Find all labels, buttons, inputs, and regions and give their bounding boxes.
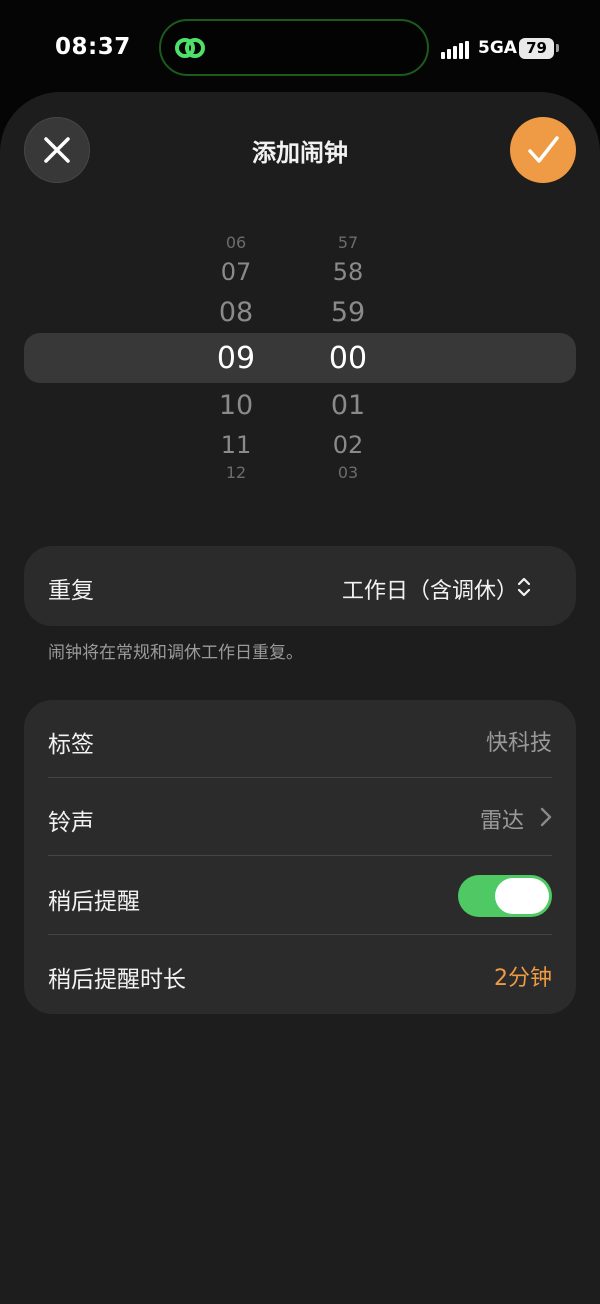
minute-option[interactable]: 03 [308, 463, 388, 482]
minute-option[interactable]: 02 [308, 431, 388, 459]
tag-value[interactable]: 快科技 [486, 725, 552, 757]
checkmark-icon [528, 136, 559, 163]
tag-row[interactable]: 标签 快科技 [24, 700, 576, 778]
chevron-right-icon [540, 807, 552, 827]
repeat-value[interactable]: 工作日（含调休） [342, 573, 518, 605]
battery-icon: 79 [519, 38, 554, 59]
dynamic-island[interactable] [159, 19, 429, 76]
hour-option[interactable]: 12 [196, 463, 276, 482]
hour-option[interactable]: 11 [196, 431, 276, 459]
status-time: 08:37 [55, 34, 131, 60]
snooze-duration-label: 稍后提醒时长 [48, 967, 186, 993]
hour-wheel[interactable]: 06 07 08 09 10 11 12 [196, 218, 276, 508]
divider [48, 855, 552, 856]
repeat-row[interactable]: 重复 工作日（含调休） [24, 546, 576, 626]
sound-row[interactable]: 铃声 雷达 [24, 778, 576, 856]
snooze-row: 稍后提醒 [24, 857, 576, 935]
hour-option[interactable]: 10 [196, 390, 276, 421]
minute-selected[interactable]: 00 [308, 341, 388, 376]
minute-option[interactable]: 59 [308, 297, 388, 328]
repeat-label: 重复 [48, 578, 94, 604]
sound-label: 铃声 [48, 810, 94, 836]
tag-label: 标签 [48, 732, 94, 758]
hour-selected[interactable]: 09 [196, 341, 276, 376]
minute-option[interactable]: 57 [308, 233, 388, 252]
confirm-button[interactable] [510, 117, 576, 183]
minute-wheel[interactable]: 57 58 59 00 01 02 03 [308, 218, 388, 508]
picker-selection-highlight [24, 333, 576, 383]
sound-value: 雷达 [479, 809, 524, 834]
snooze-duration-value[interactable]: 2分钟 [494, 960, 552, 992]
network-type: 5GA [478, 38, 517, 58]
snooze-label: 稍后提醒 [48, 889, 140, 915]
signal-icon [441, 41, 469, 59]
link-icon [175, 38, 205, 58]
snooze-duration-row[interactable]: 稍后提醒时长 2分钟 [24, 935, 576, 1013]
toggle-knob [495, 878, 549, 914]
snooze-toggle[interactable] [458, 875, 552, 917]
alarm-settings-card: 标签 快科技 铃声 雷达 稍后提醒 稍后提醒时长 2分钟 [24, 700, 576, 1014]
chevron-up-down-icon [517, 577, 531, 597]
hour-option[interactable]: 08 [196, 297, 276, 328]
hour-option[interactable]: 06 [196, 233, 276, 252]
battery-level: 79 [526, 39, 547, 57]
add-alarm-sheet [0, 92, 600, 1304]
minute-option[interactable]: 01 [308, 390, 388, 421]
repeat-note: 闹钟将在常规和调休工作日重复。 [48, 643, 303, 663]
minute-option[interactable]: 58 [308, 258, 388, 286]
status-bar: 08:37 5GA 79 [0, 0, 600, 96]
battery-tip [556, 44, 559, 52]
hour-option[interactable]: 07 [196, 258, 276, 286]
